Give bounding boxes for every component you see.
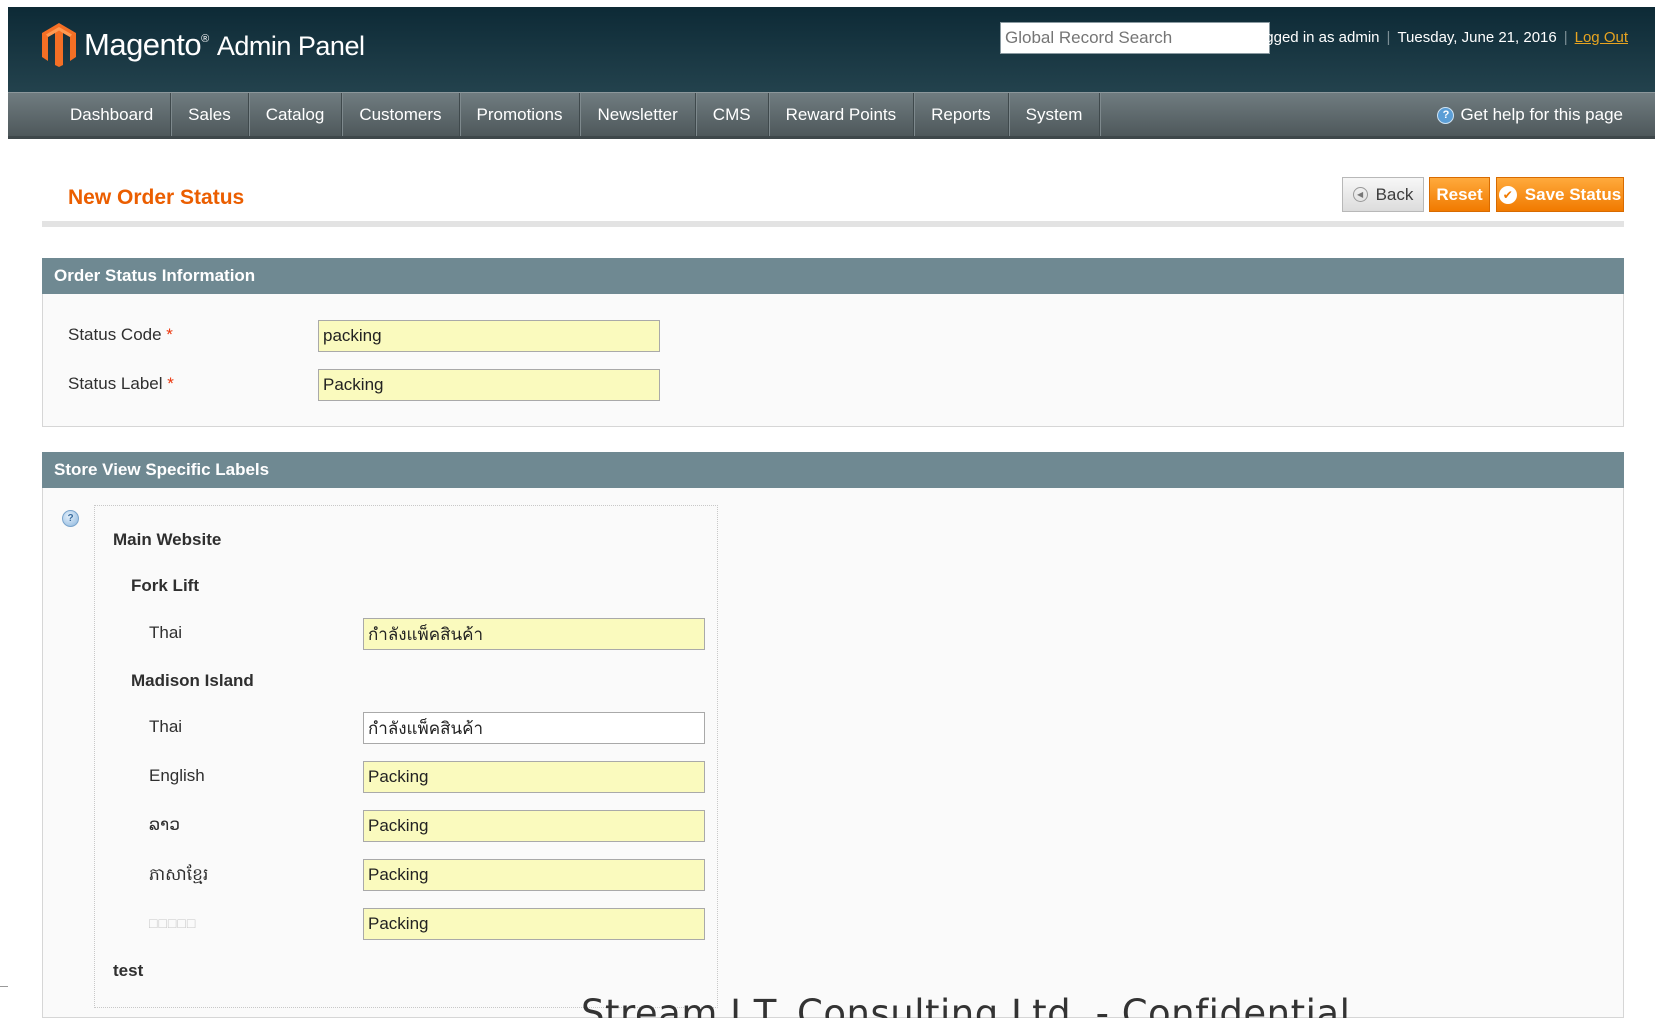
brand-text: Magento	[84, 27, 202, 62]
nav-item-cms[interactable]: CMS	[696, 93, 769, 136]
store-madison-island: Madison Island	[131, 671, 254, 690]
nav-item-reports[interactable]: Reports	[914, 93, 1009, 136]
logged-in-text: Logged in as admin	[1248, 29, 1380, 46]
nav-item-dashboard[interactable]: Dashboard	[48, 93, 172, 136]
user-bar: Logged in as admin | Tuesday, June 21, 201…	[1249, 29, 1628, 46]
fork-lift-thai-field[interactable]	[363, 618, 705, 650]
save-button-label: Save Status	[1524, 184, 1622, 204]
margin-tick	[0, 986, 8, 987]
store-fork-lift: Fork Lift	[131, 576, 199, 595]
madison-english-field[interactable]	[363, 761, 705, 793]
magento-logo[interactable]: Magento® Admin Panel	[40, 21, 365, 69]
admin-header: Magento® Admin Panel Logged in as admin |…	[8, 7, 1655, 92]
status-code-label: Status Code *	[68, 325, 173, 345]
info-icon[interactable]: ?	[62, 510, 79, 527]
current-date: Tuesday, June 21, 2016	[1397, 29, 1557, 46]
status-code-field[interactable]	[318, 320, 660, 352]
brand-name: Magento® Admin Panel	[84, 27, 365, 63]
nav-item-reward-points[interactable]: Reward Points	[769, 93, 915, 136]
store-test: test	[113, 961, 144, 980]
page-title: New Order Status	[68, 186, 245, 209]
nav-item-sales[interactable]: Sales	[171, 93, 249, 136]
required-asterisk: *	[167, 374, 174, 393]
store-view-label: Thai	[149, 717, 183, 736]
separator: |	[1386, 29, 1391, 46]
status-label-label-text: Status Label	[68, 374, 163, 393]
status-label-field[interactable]	[318, 369, 660, 401]
back-arrow-icon: ◀	[1352, 187, 1368, 202]
madison-lao-field[interactable]	[363, 810, 705, 842]
madison-unknown-lang-field[interactable]	[363, 908, 705, 940]
help-link[interactable]: ? Get help for this page	[1437, 105, 1623, 125]
save-status-button[interactable]: ✔ Save Status	[1496, 177, 1624, 212]
store-view-label: Thai	[149, 623, 183, 642]
reset-button[interactable]: Reset	[1429, 177, 1490, 212]
madison-khmer-field[interactable]	[363, 859, 705, 891]
section-body-order-status	[42, 294, 1624, 427]
store-view-label: ភាសាខ្មែរ	[149, 865, 209, 884]
help-text: Get help for this page	[1460, 105, 1623, 124]
store-view-label: English	[149, 766, 205, 785]
global-search-input[interactable]	[1000, 22, 1270, 54]
title-divider	[42, 221, 1624, 227]
nav-menu: Dashboard Sales Catalog Customers Promot…	[8, 93, 1655, 136]
madison-thai-field[interactable]	[363, 712, 705, 744]
help-icon: ?	[1437, 106, 1455, 124]
store-view-label: □□□□□	[149, 915, 197, 931]
section-header-order-status: Order Status Information	[42, 258, 1624, 294]
required-asterisk: *	[166, 325, 173, 344]
logout-link[interactable]: Log Out	[1575, 29, 1628, 46]
website-name: Main Website	[113, 530, 222, 549]
store-view-label: ລາວ	[149, 815, 180, 834]
section-header-store-labels: Store View Specific Labels	[42, 452, 1624, 488]
brand-trademark: ®	[201, 33, 209, 45]
status-label-label: Status Label *	[68, 374, 174, 394]
nav-item-customers[interactable]: Customers	[342, 93, 460, 136]
nav-item-catalog[interactable]: Catalog	[249, 93, 343, 136]
reset-button-label: Reset	[1436, 184, 1483, 204]
confidential-footer: Stream I.T. Consulting Ltd. - Confidenti…	[581, 992, 1351, 1018]
magento-logo-icon	[42, 23, 76, 67]
nav-item-newsletter[interactable]: Newsletter	[580, 93, 696, 136]
checkmark-icon: ✔	[1498, 185, 1517, 204]
back-button-label: Back	[1375, 184, 1414, 204]
brand-subtitle: Admin Panel	[216, 31, 365, 61]
nav-item-promotions[interactable]: Promotions	[460, 93, 581, 136]
separator: |	[1563, 29, 1568, 46]
back-button[interactable]: ◀ Back	[1342, 177, 1424, 212]
main-nav: Dashboard Sales Catalog Customers Promot…	[8, 92, 1655, 139]
status-code-label-text: Status Code	[68, 325, 162, 344]
nav-item-system[interactable]: System	[1009, 93, 1101, 136]
